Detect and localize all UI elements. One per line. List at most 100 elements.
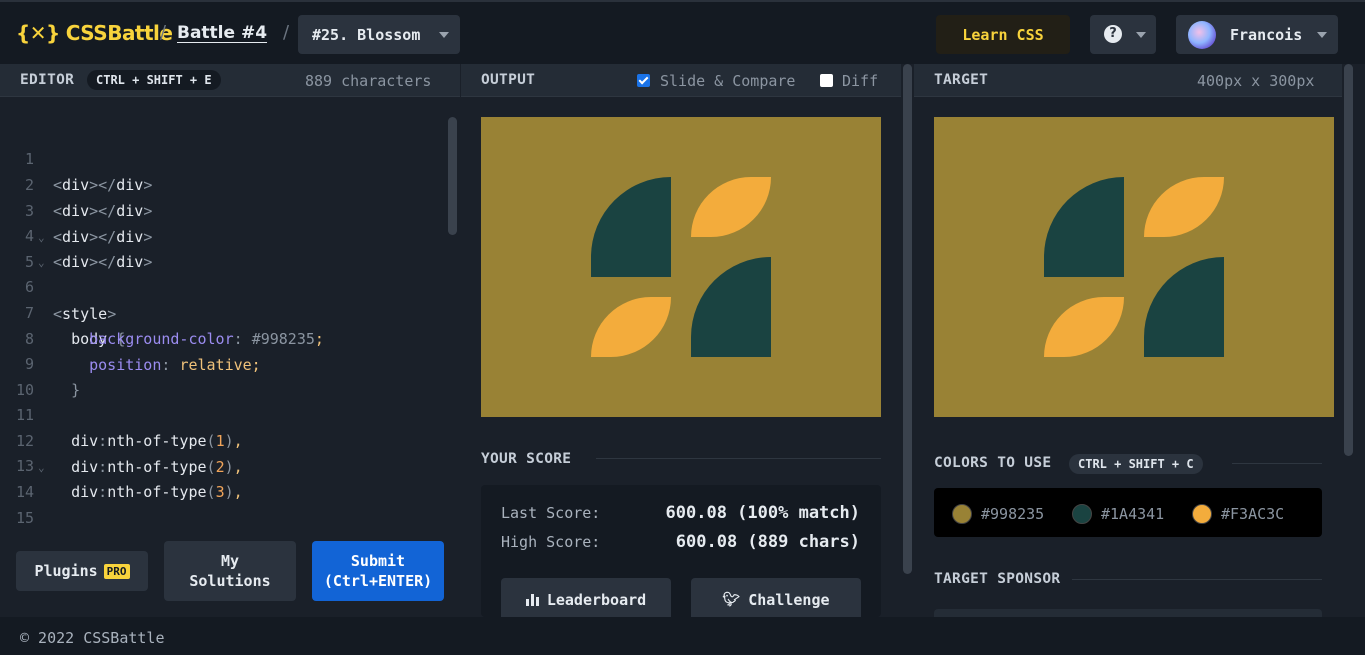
pro-badge: PRO [103, 563, 130, 579]
color-dot [1192, 504, 1212, 524]
submit-shortcut-label: (Ctrl+ENTER) [323, 572, 433, 590]
fold-chevron-icon[interactable]: ⌄ [38, 250, 45, 276]
code-line: 9 } [0, 325, 445, 399]
breadcrumb-battle-link[interactable]: Battle #4 [177, 23, 267, 43]
logo-mark-icon: {✕} [16, 21, 60, 45]
code-line: 15 position: absolute; [0, 479, 445, 553]
leaderboard-icon [525, 594, 539, 606]
my-solutions-label: Solutions [189, 572, 271, 590]
target-leaf-gold-bottom [1044, 297, 1124, 357]
output-leaf-gold-top [691, 177, 771, 237]
submit-button[interactable]: Submit (Ctrl+ENTER) [312, 541, 444, 601]
page-scrollbar[interactable] [1342, 64, 1365, 617]
output-panel-header: OUTPUT Slide & Compare Diff [461, 64, 901, 97]
divider [596, 458, 881, 459]
challenge-button[interactable]: 🐦︎ Challenge [691, 578, 861, 622]
color-hex: #998235 [981, 505, 1045, 523]
target-panel: COLORS TO USE CTRL + SHIFT + C #998235 #… [914, 97, 1342, 619]
twitter-icon: 🐦︎ [722, 592, 741, 608]
last-score-label: Last Score: [501, 504, 601, 522]
editor-title: EDITOR [20, 72, 75, 88]
editor-scrollbar[interactable] [448, 117, 457, 235]
leaderboard-button[interactable]: Leaderboard [501, 578, 671, 622]
code-line: 8 position: relative; [0, 300, 445, 374]
color-swatch[interactable]: #1A4341 [1072, 504, 1164, 524]
divider [1072, 579, 1322, 580]
code-line: 10 [0, 351, 445, 399]
output-panel: YOUR SCORE Last Score: 600.08 (100% matc… [461, 97, 901, 622]
cssbattle-logo[interactable]: {✕} CSSBattle [16, 21, 173, 45]
output-leaf-dark-top [591, 177, 671, 277]
high-score-label: High Score: [501, 533, 601, 551]
color-dot [952, 504, 972, 524]
code-line: 3 <div></div> [0, 172, 445, 246]
leaderboard-label: Leaderboard [546, 591, 647, 609]
output-scrollbar[interactable] [901, 64, 913, 617]
slide-compare-label[interactable]: Slide & Compare [660, 72, 795, 90]
user-name: Francois [1230, 26, 1303, 44]
submit-label: Submit [350, 552, 406, 570]
help-menu-button[interactable]: ? [1090, 15, 1156, 54]
chevron-down-icon [1317, 32, 1327, 38]
code-line: 12 div:nth-of-type(2), [0, 402, 445, 476]
colors-shortcut-badge: CTRL + SHIFT + C [1069, 454, 1203, 474]
output-canvas[interactable] [481, 117, 881, 417]
colors-title: COLORS TO USE [934, 455, 1052, 471]
code-line: 4 <div></div> [0, 197, 445, 271]
score-card: Last Score: 600.08 (100% match) High Sco… [481, 485, 881, 622]
code-line: 7 background-color: #998235; [0, 274, 445, 348]
breadcrumb-separator: / [283, 22, 290, 43]
learn-css-button[interactable]: Learn CSS [936, 15, 1070, 54]
copyright-text: © 2022 CSSBattle [20, 629, 165, 647]
code-line: 13 div:nth-of-type(3), [0, 427, 445, 501]
plugins-label: Plugins [34, 562, 98, 580]
plugins-button[interactable]: Plugins PRO [16, 551, 148, 591]
color-hex: #1A4341 [1101, 505, 1165, 523]
breadcrumb-separator: / [160, 22, 167, 43]
chevron-down-icon [1136, 32, 1146, 38]
code-line: 1 <div></div> [0, 120, 445, 194]
fold-chevron-icon[interactable]: ⌄ [38, 455, 45, 481]
output-title: OUTPUT [481, 72, 536, 88]
diff-checkbox[interactable] [820, 74, 833, 87]
high-score-value: 600.08 (889 chars) [675, 532, 860, 552]
my-solutions-button[interactable]: My Solutions [164, 541, 296, 601]
footer: © 2022 CSSBattle [0, 617, 1365, 655]
color-dot [1072, 504, 1092, 524]
target-panel-header: TARGET 400px x 300px [914, 64, 1342, 97]
level-select[interactable]: #25. Blossom [298, 15, 460, 54]
my-solutions-label: My [220, 552, 240, 570]
chevron-down-icon [439, 32, 449, 38]
logo-text: CSSBattle [65, 21, 173, 45]
code-line: 11 div:nth-of-type(1), [0, 376, 445, 450]
code-line: 6 ⌄ body { [0, 248, 445, 348]
user-menu-button[interactable]: Francois [1176, 15, 1338, 54]
color-hex: #F3AC3C [1221, 505, 1285, 523]
editor-panel-header: EDITOR CTRL + SHIFT + E 889 characters [0, 64, 460, 97]
color-swatch[interactable]: #F3AC3C [1192, 504, 1284, 524]
slide-compare-checkbox[interactable] [637, 74, 650, 87]
divider [1232, 463, 1322, 464]
scrollbar-thumb[interactable] [1344, 64, 1353, 456]
last-score-value: 600.08 (100% match) [665, 503, 860, 523]
help-icon: ? [1104, 25, 1122, 43]
your-score-title: YOUR SCORE [481, 451, 572, 467]
top-header: {✕} CSSBattle / Battle #4 / #25. Blossom… [0, 0, 1365, 64]
target-sponsor-title: TARGET SPONSOR [934, 571, 1061, 587]
editor-shortcut-badge: CTRL + SHIFT + E [87, 70, 221, 90]
avatar [1188, 21, 1216, 49]
code-line: 5 ⌄ <style> [0, 223, 445, 323]
target-size: 400px x 300px [1197, 72, 1315, 90]
diff-label[interactable]: Diff [842, 72, 878, 90]
target-leaf-gold-top [1144, 177, 1224, 237]
code-line: 2 <div></div> [0, 146, 445, 220]
color-swatches: #998235 #1A4341 #F3AC3C [934, 488, 1322, 537]
character-count: 889 characters [305, 72, 432, 90]
level-select-label: #25. Blossom [312, 25, 421, 44]
target-leaf-dark-bottom [1144, 257, 1224, 357]
output-leaf-dark-bottom [691, 257, 771, 357]
scrollbar-thumb[interactable] [903, 64, 912, 574]
color-swatch[interactable]: #998235 [952, 504, 1044, 524]
target-title: TARGET [934, 72, 989, 88]
target-leaf-dark-top [1044, 177, 1124, 277]
